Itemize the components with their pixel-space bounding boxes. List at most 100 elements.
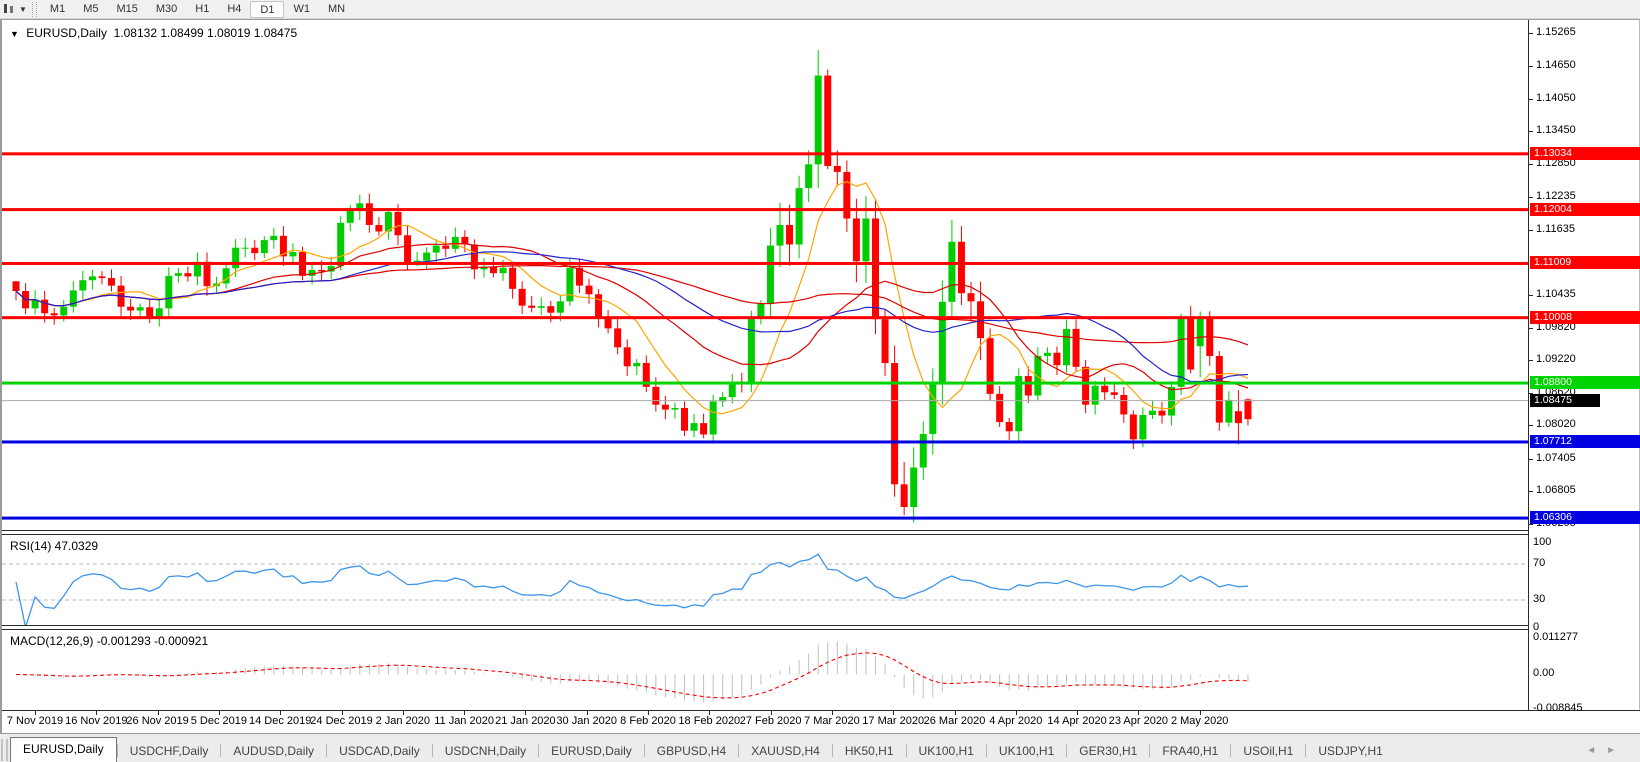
price-tick-label: 1.11635: [1536, 223, 1575, 235]
price-tick-label: 1.09220: [1536, 353, 1576, 365]
tab-audusd-daily[interactable]: AUDUSD,Daily: [221, 740, 326, 762]
price-tick-label: 1.14050: [1536, 92, 1576, 104]
date-label: 7 Mar 2020: [804, 715, 860, 727]
price-tick: [1529, 131, 1533, 132]
hline-price-label: 1.07712: [1530, 435, 1640, 448]
price-tick: [1529, 33, 1533, 34]
date-label: 8 Feb 2020: [620, 715, 676, 727]
tab-uk100-h1[interactable]: UK100,H1: [907, 740, 986, 762]
timeframe-m15[interactable]: M15: [107, 1, 146, 18]
hline-price-label: 1.06306: [1530, 511, 1640, 524]
hline-price-label: 1.08800: [1530, 376, 1640, 389]
timeframe-d1[interactable]: D1: [250, 1, 284, 18]
price-tick: [1529, 197, 1533, 198]
macd-panel[interactable]: [2, 630, 1528, 710]
toolbar-grip[interactable]: [32, 2, 37, 17]
tab-fra40-h1[interactable]: FRA40,H1: [1150, 740, 1230, 762]
timeframe-w1[interactable]: W1: [284, 1, 319, 18]
date-label: 26 Mar 2020: [924, 715, 986, 727]
date-label: 7 Nov 2019: [7, 715, 63, 727]
date-label: 27 Feb 2020: [740, 715, 802, 727]
date-label: 26 Nov 2019: [126, 715, 188, 727]
timeframe-m5[interactable]: M5: [74, 1, 107, 18]
tab-eurusd-daily[interactable]: EURUSD,Daily: [539, 740, 644, 762]
tabbar-grip[interactable]: [1, 739, 8, 761]
tab-usdjpy-h1[interactable]: USDJPY,H1: [1306, 740, 1394, 762]
scroll-right-icon[interactable]: ►: [1606, 745, 1626, 756]
tab-hk50-h1[interactable]: HK50,H1: [833, 740, 906, 762]
tab-xauusd-h4[interactable]: XAUUSD,H4: [739, 740, 832, 762]
price-tick: [1529, 491, 1533, 492]
tab-usdcnh-daily[interactable]: USDCNH,Daily: [433, 740, 538, 762]
price-tick-label: 1.12235: [1536, 190, 1576, 202]
timeframe-h1[interactable]: H1: [186, 1, 218, 18]
price-tick: [1529, 459, 1533, 460]
tab-usdcad-daily[interactable]: USDCAD,Daily: [327, 740, 432, 762]
price-tick: [1529, 360, 1533, 361]
candlestick-chart-icon[interactable]: [1, 2, 17, 16]
date-label: 4 Apr 2020: [989, 715, 1042, 727]
price-tick-label: 1.10435: [1536, 288, 1576, 300]
scroll-left-icon[interactable]: ◄: [1586, 745, 1606, 756]
macd-axis-label: 0.00: [1533, 667, 1554, 679]
date-label: 2 May 2020: [1171, 715, 1228, 727]
timeframe-m30[interactable]: M30: [147, 1, 186, 18]
chart-tab-bar: EURUSD,DailyUSDCHF,DailyAUDUSD,DailyUSDC…: [0, 733, 1640, 762]
tab-ger30-h1[interactable]: GER30,H1: [1067, 740, 1149, 762]
tab-usdchf-daily[interactable]: USDCHF,Daily: [118, 740, 221, 762]
price-tick: [1529, 164, 1533, 165]
hline-price-label: 1.11009: [1530, 256, 1640, 269]
price-chart-panel[interactable]: [2, 22, 1528, 530]
tab-eurusd-daily[interactable]: EURUSD,Daily: [10, 737, 117, 762]
chevron-down-icon[interactable]: ▼: [19, 5, 27, 14]
date-label: 23 Apr 2020: [1109, 715, 1168, 727]
tabs: EURUSD,DailyUSDCHF,DailyAUDUSD,DailyUSDC…: [10, 737, 1395, 762]
rsi-header: RSI(14) 47.0329: [10, 539, 98, 553]
timeframe-buttons: M1M5M15M30H1H4D1W1MN: [41, 1, 354, 18]
tab-usoil-h1[interactable]: USOil,H1: [1231, 740, 1305, 762]
toolbar: ▼ M1M5M15M30H1H4D1W1MN: [0, 0, 1640, 19]
tab-gbpusd-h4[interactable]: GBPUSD,H4: [645, 740, 738, 762]
price-tick-label: 1.14650: [1536, 59, 1576, 71]
date-label: 21 Jan 2020: [495, 715, 556, 727]
tab-uk100-h1[interactable]: UK100,H1: [987, 740, 1066, 762]
timeframe-mn[interactable]: MN: [319, 1, 354, 18]
chart-title: ▼ EURUSD,Daily 1.08132 1.08499 1.08019 1…: [10, 26, 297, 40]
macd-axis-label: -0.008845: [1533, 702, 1583, 714]
rsi-panel[interactable]: [2, 535, 1528, 625]
price-tick: [1529, 230, 1533, 231]
price-tick-label: 1.13450: [1536, 124, 1576, 136]
price-tick-label: 1.07405: [1536, 452, 1576, 464]
hline-price-label: 1.12004: [1530, 203, 1640, 216]
price-tick: [1529, 328, 1533, 329]
price-tick-label: 1.06805: [1536, 484, 1576, 496]
date-label: 18 Feb 2020: [678, 715, 740, 727]
date-label: 5 Dec 2019: [191, 715, 247, 727]
chart-window: ▼ EURUSD,Daily 1.08132 1.08499 1.08019 1…: [0, 19, 1640, 733]
price-tick: [1529, 99, 1533, 100]
price-tick-label: 1.15265: [1536, 26, 1576, 38]
date-label: 17 Mar 2020: [862, 715, 924, 727]
date-label: 30 Jan 2020: [556, 715, 617, 727]
hline-price-label: 1.13034: [1530, 147, 1640, 160]
price-axis-divider: [1528, 20, 1529, 712]
rsi-axis-label: 30: [1533, 593, 1545, 605]
date-label: 2 Jan 2020: [376, 715, 430, 727]
timeframe-m1[interactable]: M1: [41, 1, 74, 18]
current-price-label: 1.08475: [1530, 394, 1600, 407]
date-label: 24 Dec 2019: [310, 715, 372, 727]
time-axis[interactable]: 7 Nov 201916 Nov 201926 Nov 20195 Dec 20…: [2, 710, 1640, 734]
date-label: 14 Dec 2019: [249, 715, 311, 727]
symbol-label: EURUSD,Daily: [26, 26, 107, 40]
price-tick-label: 1.08020: [1536, 418, 1576, 430]
ohlc-values: 1.08132 1.08499 1.08019 1.08475: [114, 26, 298, 40]
price-tick: [1529, 425, 1533, 426]
date-label: 11 Jan 2020: [434, 715, 494, 727]
macd-axis-label: 0.011277: [1533, 631, 1578, 643]
collapse-caret-icon[interactable]: ▼: [10, 29, 19, 39]
timeframe-h4[interactable]: H4: [218, 1, 250, 18]
price-tick: [1529, 295, 1533, 296]
date-label: 14 Apr 2020: [1047, 715, 1106, 727]
tab-scroll-arrows: ◄►: [1586, 745, 1626, 756]
rsi-axis-label: 100: [1533, 536, 1551, 548]
